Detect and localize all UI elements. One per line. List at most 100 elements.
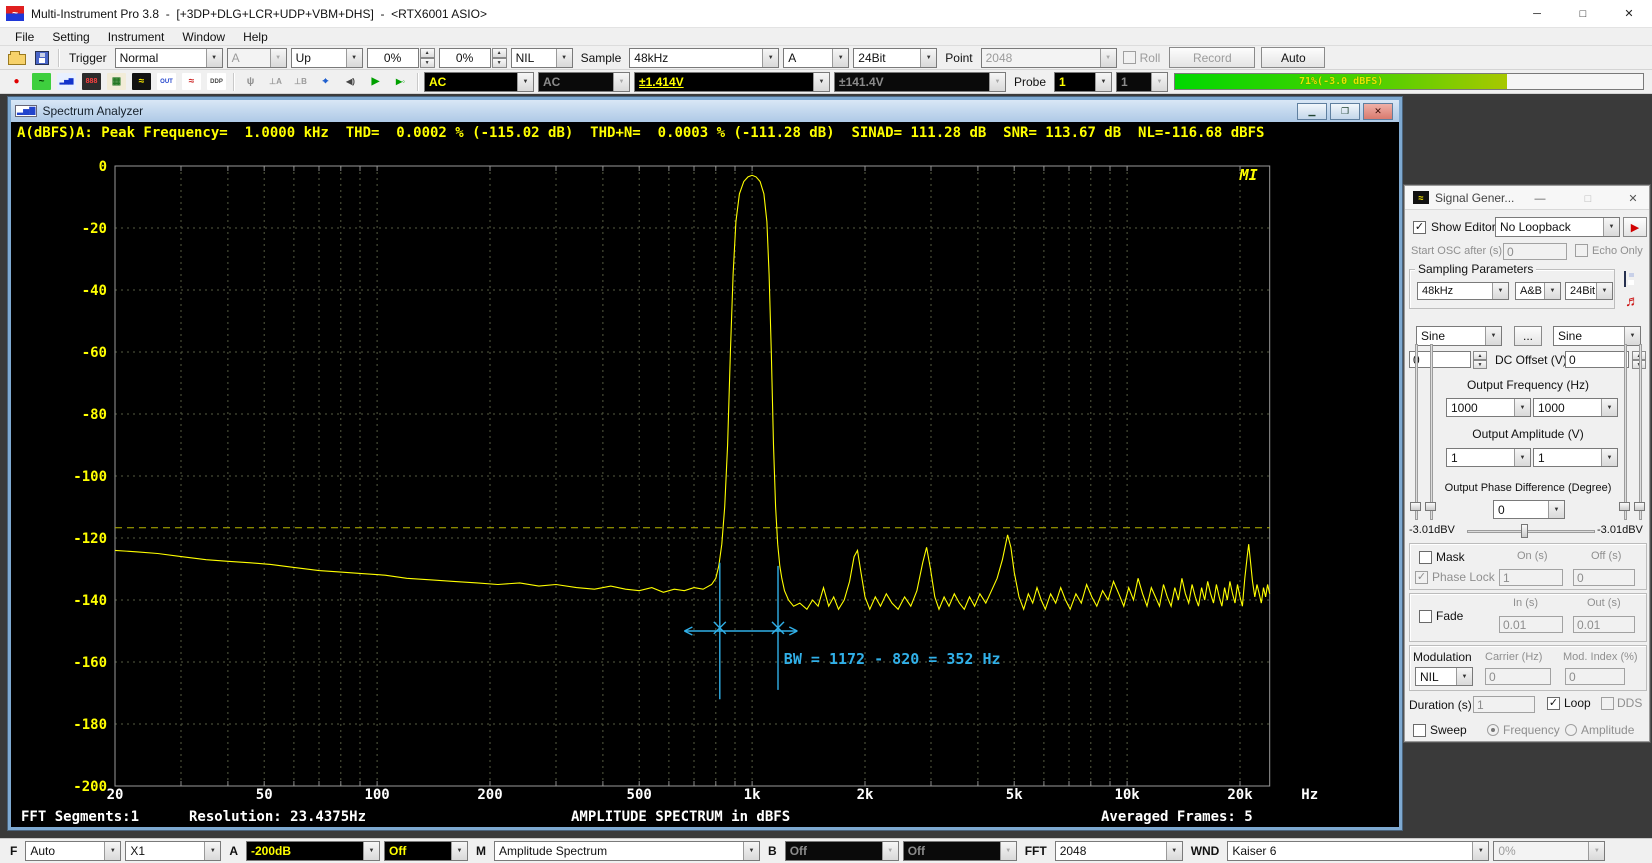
sampling-rate-select[interactable]: 48kHz▼ [629,48,779,68]
fade-checkbox[interactable] [1419,610,1432,623]
loopback-select[interactable]: No Loopback▼ [1495,217,1620,237]
chevron-down-icon[interactable]: ▼ [517,73,533,91]
save-file-icon[interactable] [30,47,53,68]
mask-checkbox[interactable] [1419,551,1432,564]
siggen-close-button[interactable]: ✕ [1620,190,1646,207]
multimeter-icon[interactable]: 888 [80,71,103,92]
frequency-zoom-select[interactable]: X1▼ [125,841,221,861]
show-editor-checkbox[interactable]: ✓ [1413,221,1426,234]
oscilloscope-icon[interactable]: ~ [30,71,53,92]
trigger-edge-select[interactable]: Up▼ [291,48,363,68]
spin-down-icon[interactable]: ▼ [420,58,435,68]
spectrum-minimize-button[interactable]: ▁ [1297,103,1327,120]
mic-icon[interactable]: ψ [239,71,262,92]
level-slider-b1[interactable] [1624,344,1627,520]
chevron-down-icon[interactable]: ▼ [920,49,936,67]
chevron-down-icon[interactable]: ▼ [363,842,379,860]
maximize-button[interactable]: □ [1560,0,1606,28]
level-slider-a2[interactable] [1430,344,1433,520]
sampling-bits-select[interactable]: 24Bit▼ [853,48,937,68]
calibrate-input-a-icon[interactable]: ⊥A [264,71,287,92]
level-handle-b1[interactable] [1619,502,1630,511]
spectrum-window-titlebar[interactable]: ▂▅▇ Spectrum Analyzer ▁ ❐ ✕ [11,100,1399,122]
spectrum-restore-button[interactable]: ❐ [1330,103,1360,120]
chevron-down-icon[interactable]: ▼ [1456,668,1472,685]
a-reference-select[interactable]: Off▼ [384,841,468,861]
range-a-select[interactable]: ±1.414V▼ [634,72,830,92]
spectrum-close-button[interactable]: ✕ [1363,103,1393,120]
chevron-down-icon[interactable]: ▼ [743,842,759,860]
fft-size-select[interactable]: 2048▼ [1055,841,1183,861]
amplitude-b-select[interactable]: 1▼ [1533,448,1618,467]
trigger-frequency-select[interactable]: NIL▼ [511,48,573,68]
level-handle-a1[interactable] [1410,502,1421,511]
open-file-icon[interactable] [5,47,28,68]
device-test-plan-icon[interactable]: ▦ [105,71,128,92]
chevron-down-icon[interactable]: ▼ [1548,501,1564,518]
chevron-down-icon[interactable]: ▼ [346,49,362,67]
menu-window[interactable]: Window [173,30,234,44]
run-once-icon[interactable]: ▶◦ [389,71,412,92]
siggen-channels-select[interactable]: A&B▼ [1515,282,1561,300]
close-button[interactable]: ✕ [1606,0,1652,28]
sampling-channel-select[interactable]: A▼ [783,48,849,68]
derived-data-point-icon[interactable]: OUT [155,71,178,92]
siggen-run-button[interactable]: ▶ [1623,217,1647,237]
chevron-down-icon[interactable]: ▼ [1624,327,1640,345]
a-range-select[interactable]: -200dB▼ [246,841,380,861]
wave-library-button[interactable]: ... [1514,326,1542,346]
chevron-down-icon[interactable]: ▼ [813,73,829,91]
probe-a-select[interactable]: 1▼ [1054,72,1112,92]
ddp-viewer-icon[interactable]: DDP [205,71,228,92]
level-slider-a1[interactable] [1415,344,1418,520]
chevron-down-icon[interactable]: ▼ [1596,283,1612,299]
dc-offset-a-input[interactable]: 0 [1409,351,1471,368]
chevron-down-icon[interactable]: ▼ [1485,327,1501,345]
coupling-a-select[interactable]: AC▼ [424,72,534,92]
level-slider-b2[interactable] [1639,344,1642,520]
waveform-b-select[interactable]: Sine▼ [1553,326,1641,346]
signal-generator-icon[interactable]: ≈ [130,71,153,92]
frequency-b-select[interactable]: 1000▼ [1533,398,1618,417]
music-notes-icon[interactable]: ♬ [1625,294,1640,309]
siggen-rate-select[interactable]: 48kHz▼ [1417,282,1509,300]
chevron-down-icon[interactable]: ▼ [832,49,848,67]
spin-up-icon[interactable]: ▲ [420,48,435,58]
display-mode-select[interactable]: Amplitude Spectrum▼ [494,841,760,861]
trigger-level-stepper[interactable]: 0%▲▼ [367,48,435,68]
chevron-down-icon[interactable]: ▼ [104,842,120,860]
window-function-select[interactable]: Kaiser 6▼ [1227,841,1489,861]
dc-offset-a-stepper[interactable]: ▲▼ [1473,351,1487,369]
phase-select[interactable]: 0▼ [1493,500,1565,519]
chevron-down-icon[interactable]: ▼ [1492,283,1508,299]
stop-icon[interactable]: ● [5,71,28,92]
dc-offset-b-input[interactable]: 0 [1565,351,1629,368]
3d-plot-icon[interactable]: ≈ [180,71,203,92]
siggen-bits-select[interactable]: 24Bit▼ [1565,282,1613,300]
chevron-down-icon[interactable]: ▼ [1603,218,1619,236]
frequency-a-select[interactable]: 1000▼ [1446,398,1531,417]
chevron-down-icon[interactable]: ▼ [1514,449,1530,466]
loop-checkbox[interactable]: ✓ [1547,697,1560,710]
calibrate-input-b-icon[interactable]: ⊥B [289,71,312,92]
run-icon[interactable]: ▶ [364,71,387,92]
chevron-down-icon[interactable]: ▼ [206,49,222,67]
level-handle-b2[interactable] [1634,502,1645,511]
balance-slider[interactable] [1467,530,1595,533]
siggen-save-icon[interactable] [1624,272,1626,286]
menu-setting[interactable]: Setting [43,30,98,44]
probe-icon[interactable]: ⌖ [314,71,337,92]
menu-instrument[interactable]: Instrument [99,30,174,44]
speaker-icon[interactable]: ◀) [339,71,362,92]
balance-handle[interactable] [1521,524,1528,538]
minimize-button[interactable]: ─ [1514,0,1560,28]
modulation-select[interactable]: NIL▼ [1415,667,1473,686]
sweep-checkbox[interactable] [1413,724,1426,737]
spectrum-plot-area[interactable]: 0-20-40-60-80-100-120-140-160-180-200205… [11,144,1399,827]
spin-down-icon[interactable]: ▼ [492,58,507,68]
spin-up-icon[interactable]: ▲ [492,48,507,58]
amplitude-a-select[interactable]: 1▼ [1446,448,1531,467]
chevron-down-icon[interactable]: ▼ [451,842,467,860]
waveform-a-select[interactable]: Sine▼ [1416,326,1502,346]
chevron-down-icon[interactable]: ▼ [1544,283,1560,299]
